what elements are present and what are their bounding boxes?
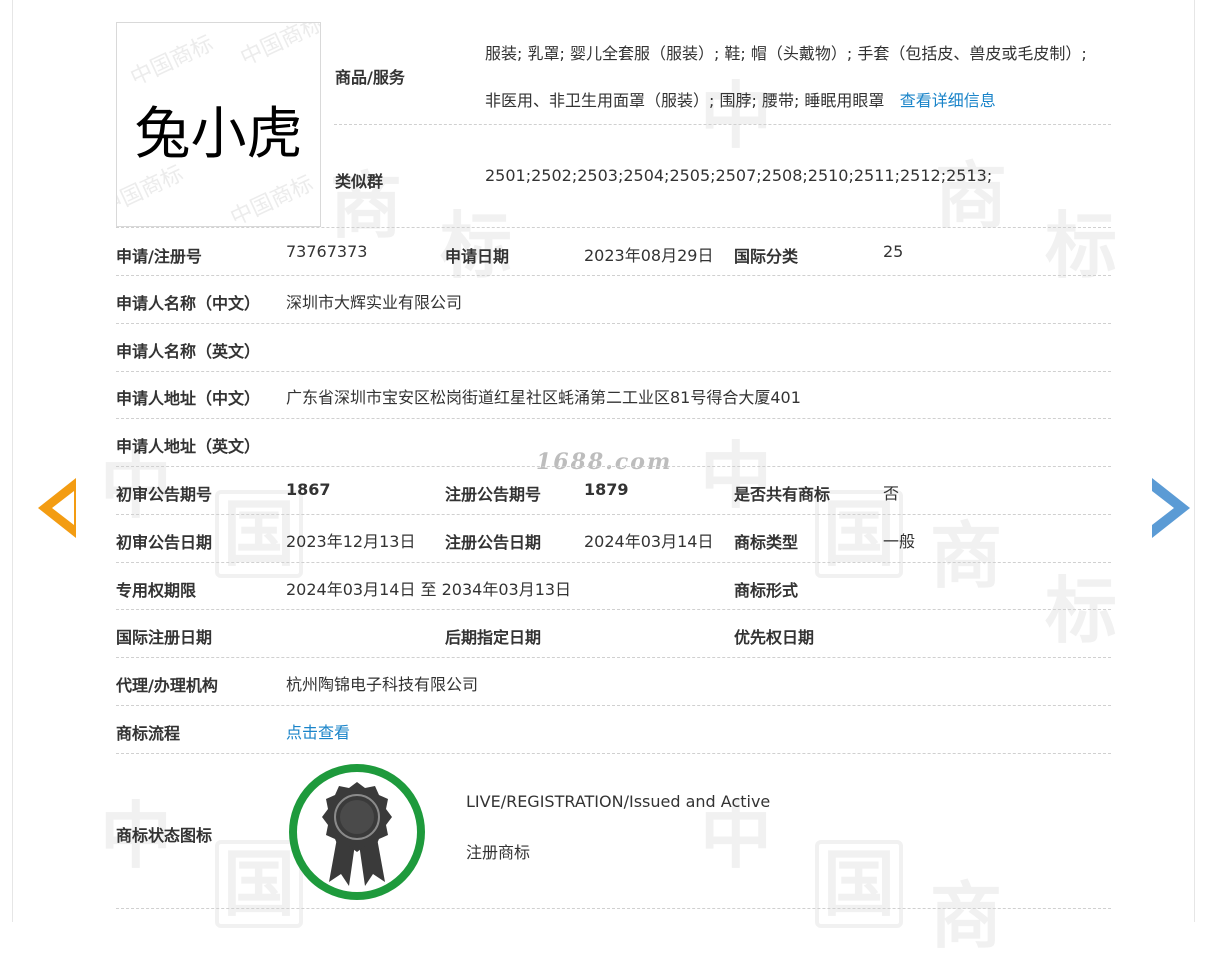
exclusive-period-label: 专用权期限 — [116, 581, 197, 600]
divider — [334, 124, 1111, 125]
prelim-gazette-no-label: 初审公告期号 — [116, 485, 213, 504]
goods-detail-link[interactable]: 查看详细信息 — [900, 91, 996, 110]
goods-line-1: 服装; 乳罩; 婴儿全套服（服装）; 鞋; 帽（头戴物）; 手套（包括皮、兽皮或… — [485, 44, 1087, 63]
status-chinese: 注册商标 — [466, 843, 531, 862]
divider — [116, 371, 1111, 372]
frame-left-border — [12, 0, 13, 922]
applicant-en-label: 申请人名称（英文） — [116, 342, 261, 361]
similar-group-value: 2501;2502;2503;2504;2505;2507;2508;2510;… — [485, 166, 993, 185]
apply-date-label: 申请日期 — [445, 247, 510, 266]
shared-mark-value: 否 — [883, 484, 900, 503]
divider — [116, 908, 1111, 909]
prelim-gazette-date-label: 初审公告日期 — [116, 533, 213, 552]
divider — [116, 609, 1111, 610]
trademark-image: 中国商标 中国商标 中国商标 中国商标 兔小虎 — [116, 22, 321, 227]
intl-class-value: 25 — [883, 242, 904, 261]
divider — [116, 227, 1111, 228]
agent-label: 代理/办理机构 — [116, 676, 218, 695]
reg-number-label: 申请/注册号 — [116, 247, 202, 266]
divider — [116, 275, 1111, 276]
similar-group-label: 类似群 — [335, 172, 384, 191]
later-designation-label: 后期指定日期 — [445, 628, 542, 647]
divider — [116, 466, 1111, 467]
prelim-gazette-no-value: 1867 — [286, 480, 331, 499]
intl-reg-date-label: 国际注册日期 — [116, 628, 213, 647]
applicant-cn-label: 申请人名称（中文） — [116, 294, 261, 313]
address-en-label: 申请人地址（英文） — [116, 437, 261, 456]
exclusive-period-value: 2024年03月14日 至 2034年03月13日 — [286, 580, 572, 599]
goods-line-2: 非医用、非卫生用面罩（服装）; 围脖; 腰带; 睡眠用眼罩 查看详细信息 — [485, 87, 996, 111]
reg-gazette-date-value: 2024年03月14日 — [584, 532, 714, 551]
divider — [116, 705, 1111, 706]
divider — [116, 514, 1111, 515]
mark-flow-label: 商标流程 — [116, 724, 181, 743]
mark-form-label: 商标形式 — [734, 581, 799, 600]
status-icon-label: 商标状态图标 — [116, 826, 213, 845]
divider — [116, 562, 1111, 563]
intl-class-label: 国际分类 — [734, 247, 799, 266]
apply-date-value: 2023年08月29日 — [584, 246, 714, 265]
mark-flow-link[interactable]: 点击查看 — [286, 719, 350, 743]
address-cn-value: 广东省深圳市宝安区松岗街道红星社区蚝涌第二工业区81号得合大厦401 — [286, 388, 801, 407]
goods-line-2-text: 非医用、非卫生用面罩（服装）; 围脖; 腰带; 睡眠用眼罩 — [485, 91, 885, 110]
reg-gazette-no-value: 1879 — [584, 480, 629, 499]
applicant-cn-value: 深圳市大辉实业有限公司 — [286, 293, 463, 312]
address-cn-label: 申请人地址（中文） — [116, 389, 261, 408]
priority-date-label: 优先权日期 — [734, 628, 815, 647]
status-english: LIVE/REGISTRATION/Issued and Active — [466, 792, 771, 811]
next-arrow-icon[interactable] — [1152, 478, 1190, 538]
frame-right-border — [1194, 0, 1195, 922]
reg-gazette-date-label: 注册公告日期 — [445, 533, 542, 552]
mark-type-value: 一般 — [883, 532, 916, 551]
divider — [116, 323, 1111, 324]
divider — [116, 418, 1111, 419]
prelim-gazette-date-value: 2023年12月13日 — [286, 532, 416, 551]
agent-value: 杭州陶锦电子科技有限公司 — [286, 675, 479, 694]
divider — [116, 657, 1111, 658]
registered-status-icon — [289, 764, 425, 900]
shared-mark-label: 是否共有商标 — [734, 485, 831, 504]
site-watermark: 1688.com — [536, 449, 673, 475]
reg-gazette-no-label: 注册公告期号 — [445, 485, 542, 504]
trademark-name: 兔小虎 — [134, 102, 303, 167]
prev-arrow-icon[interactable] — [38, 478, 76, 538]
reg-number-value: 73767373 — [286, 242, 368, 261]
mark-type-label: 商标类型 — [734, 533, 799, 552]
goods-label: 商品/服务 — [335, 68, 405, 87]
divider — [116, 753, 1111, 754]
